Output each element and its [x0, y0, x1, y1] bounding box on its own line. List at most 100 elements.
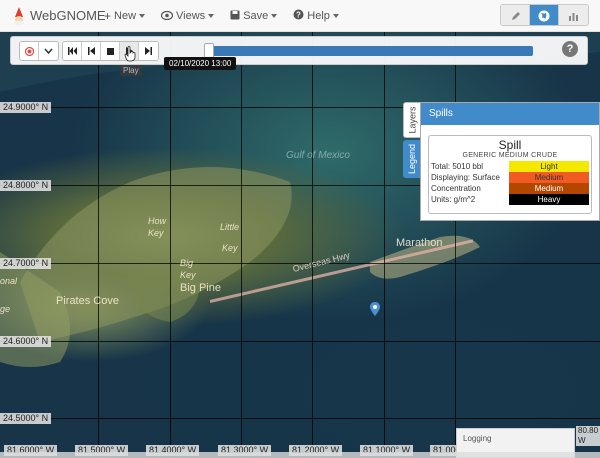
marathon-label: Marathon [396, 237, 443, 249]
little-label: Little [220, 222, 240, 232]
grid-line [0, 418, 600, 419]
eye-icon [160, 9, 174, 23]
legend-row-label: Concentration [431, 184, 481, 193]
caret-down-icon [139, 13, 146, 18]
big-label: Big [180, 258, 194, 268]
key-label: Key [222, 243, 238, 253]
legend-swatch: Heavy [509, 194, 589, 205]
onal-label: onal [0, 276, 18, 286]
save-menu[interactable]: Save [230, 9, 278, 23]
grid-line [312, 32, 313, 458]
layers-tab-label: Layers [407, 106, 418, 134]
stop-icon [106, 47, 114, 55]
legend-tab[interactable]: Legend [403, 140, 420, 178]
new-menu-label: New [114, 9, 137, 22]
views-menu[interactable]: Views [160, 9, 215, 23]
brand[interactable]: WebGNOME [0, 6, 106, 26]
record-options-button[interactable] [39, 42, 58, 60]
legend-rows: Total: 5010 bbl Light Displaying: Surface M… [429, 161, 591, 205]
legend-swatch: Light [509, 161, 589, 172]
grid-line [455, 32, 456, 458]
legend-row-label: Total: 5010 bbl [431, 162, 484, 171]
map-landmass [0, 32, 600, 367]
map-canvas[interactable]: 24.9000° N 24.8000° N 24.7000° N 24.6000… [0, 32, 600, 458]
pirates-cove-label: Pirates Cove [56, 295, 119, 307]
fast-backward-icon [67, 47, 77, 55]
time-tooltip: 02/10/2020 13:00 [164, 57, 237, 70]
record-icon [24, 46, 34, 56]
question-icon: ? [293, 9, 304, 23]
time-slider-fill [206, 46, 533, 56]
spill-legend-title: Spill [498, 138, 522, 152]
legend-row-label: Units: g/m^2 [431, 195, 476, 204]
save-menu-label: Save [243, 9, 269, 22]
help-question-icon[interactable]: ? [562, 41, 578, 57]
grid-line [98, 32, 99, 458]
spill-location-marker-icon[interactable] [370, 302, 380, 316]
caret-down-icon [208, 13, 215, 18]
spills-panel: Spills Spill GENERIC MEDIUM CRUDE Total:… [420, 102, 600, 221]
navbar: WebGNOME + New Views Save ? Help [0, 0, 600, 32]
caret-down-icon [332, 13, 339, 18]
spill-legend: Spill GENERIC MEDIUM CRUDE Total: 5010 b… [428, 135, 592, 214]
record-button[interactable] [20, 42, 39, 60]
how-label: How [148, 216, 167, 226]
horizontal-scrollbar[interactable] [0, 452, 600, 458]
key-label: Key [148, 228, 164, 238]
grid-line [170, 32, 171, 458]
new-menu[interactable]: + New [104, 8, 146, 23]
legend-swatch: Medium [509, 183, 589, 194]
map-view-button[interactable] [530, 5, 559, 25]
legend-row: Units: g/m^2 Heavy [429, 194, 591, 205]
big-pine-label: Big Pine [180, 282, 221, 294]
latitude-label: 24.9000° N [0, 102, 52, 113]
hand-cursor-icon [124, 46, 136, 62]
globe-icon [538, 10, 550, 22]
legend-row: Total: 5010 bbl Light [429, 161, 591, 172]
playback-toolbar: ? [10, 36, 588, 65]
logging-label: Logging [463, 434, 492, 443]
time-slider[interactable] [204, 43, 533, 59]
pencil-icon [511, 11, 520, 20]
legend-row-label: Displaying: Surface [431, 173, 500, 182]
views-menu-label: Views [176, 9, 206, 22]
legend-row: Concentration Medium [429, 183, 591, 194]
latitude-label: 24.8000° N [0, 180, 52, 191]
plus-icon: + [104, 8, 112, 23]
play-tooltip: Play [120, 65, 142, 76]
gnome-logo-icon [12, 6, 26, 26]
spills-panel-title: Spills [421, 103, 599, 125]
step-forward-icon [145, 47, 152, 55]
corner-coordinate-dir: W [578, 436, 586, 445]
rewind-button[interactable] [63, 42, 82, 60]
fate-view-button[interactable] [559, 5, 588, 25]
legend-swatch: Medium [509, 172, 589, 183]
record-group [19, 41, 59, 61]
setup-view-button[interactable] [501, 5, 530, 25]
legend-row: Displaying: Surface Medium [429, 172, 591, 183]
help-menu-label: Help [307, 9, 330, 22]
gulf-label: Gulf of Mexico [286, 150, 350, 161]
oil-name: GENERIC MEDIUM CRUDE [462, 152, 558, 159]
grid-line [384, 32, 385, 458]
corner-coordinate: 80.80 W [576, 426, 600, 446]
stop-button[interactable] [101, 42, 120, 60]
grid-line [0, 341, 600, 342]
layers-tab[interactable]: Layers [403, 102, 420, 138]
step-backward-icon [87, 47, 95, 55]
latitude-label: 24.7000° N [0, 258, 52, 269]
latitude-label: 24.6000° N [0, 336, 52, 347]
bar-chart-icon [569, 13, 578, 21]
ge-label: ge [0, 304, 11, 314]
corner-coordinate-value: 80.80 [578, 426, 599, 435]
step-back-button[interactable] [82, 42, 101, 60]
step-forward-button[interactable] [139, 42, 158, 60]
help-menu[interactable]: ? Help [293, 9, 339, 23]
svg-text:?: ? [296, 10, 301, 19]
view-switcher [500, 4, 589, 26]
grid-line [241, 32, 242, 458]
chevron-down-icon [44, 48, 53, 54]
playback-group [62, 41, 159, 61]
caret-down-icon [271, 13, 278, 18]
brand-name: WebGNOME [30, 8, 106, 23]
